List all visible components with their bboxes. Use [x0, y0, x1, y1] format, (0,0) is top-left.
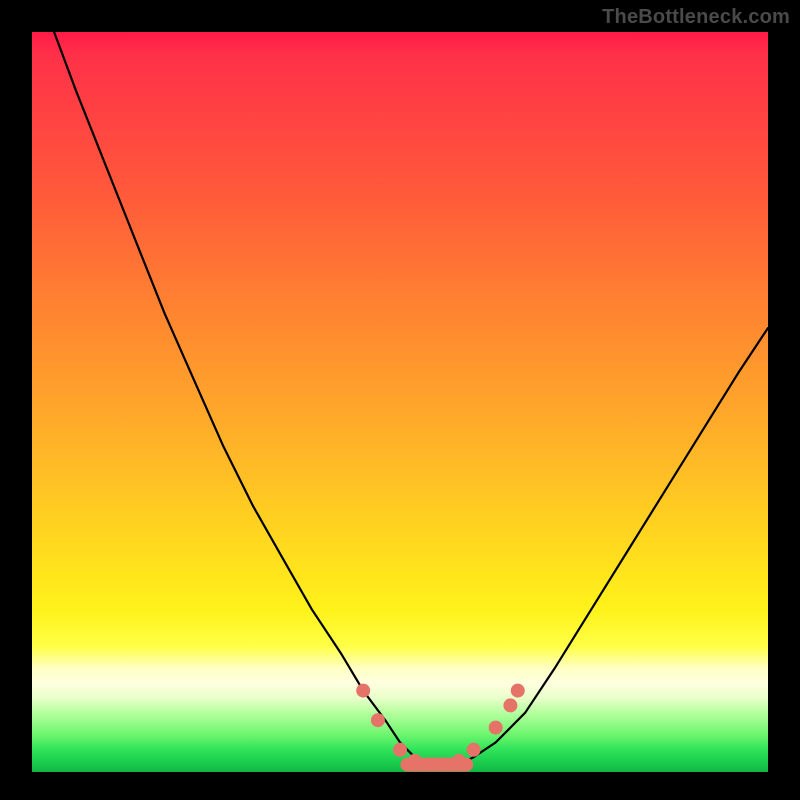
trough-marker [371, 713, 385, 727]
curve-layer [32, 32, 768, 772]
trough-marker [467, 743, 481, 757]
trough-marker [408, 754, 422, 768]
trough-marker [437, 758, 451, 772]
trough-marker [356, 684, 370, 698]
trough-marker [503, 698, 517, 712]
watermark-text: TheBottleneck.com [602, 6, 790, 29]
trough-markers [356, 684, 525, 772]
bottleneck-curve [54, 32, 768, 765]
trough-marker [452, 754, 466, 768]
trough-marker [511, 684, 525, 698]
outer-frame: TheBottleneck.com [0, 0, 800, 800]
trough-marker [422, 758, 436, 772]
trough-marker [393, 743, 407, 757]
trough-marker [489, 721, 503, 735]
plot-area [32, 32, 768, 772]
